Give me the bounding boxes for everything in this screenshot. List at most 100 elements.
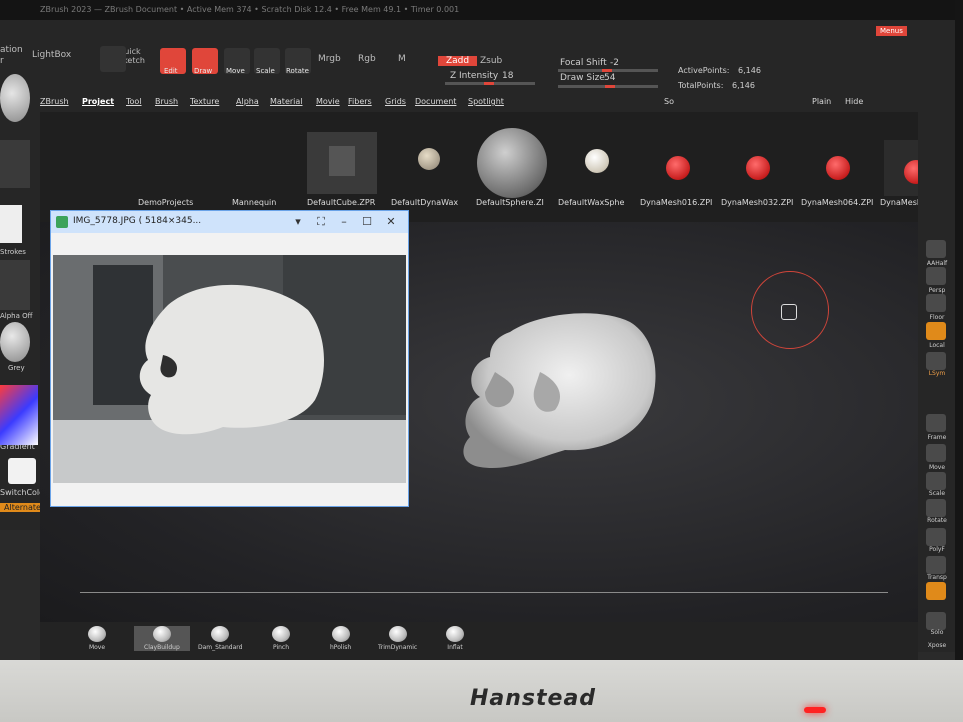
polyf-icon[interactable] xyxy=(926,528,946,546)
ghost-icon[interactable] xyxy=(926,582,946,600)
move-view-button[interactable]: Move xyxy=(920,464,954,471)
m-button[interactable]: M xyxy=(398,54,406,64)
secondary-color-swatch[interactable] xyxy=(8,458,36,484)
close-icon[interactable]: ✕ xyxy=(384,215,398,229)
lsym-icon[interactable] xyxy=(926,352,946,370)
zadd-button[interactable]: Zadd xyxy=(438,56,478,66)
transp-icon[interactable] xyxy=(926,556,946,574)
default-dynawax-thumb[interactable] xyxy=(418,148,440,170)
maximize-icon[interactable]: ☐ xyxy=(360,215,374,229)
brush-label: hPolish xyxy=(330,644,352,651)
zsub-button[interactable]: Zsub xyxy=(480,56,502,66)
scale-view-icon[interactable] xyxy=(926,472,946,490)
solo-icon[interactable] xyxy=(926,612,946,630)
menu-tool[interactable]: Tool xyxy=(126,97,142,106)
fit-screen-icon[interactable]: ⛶ xyxy=(314,215,328,229)
menu-spotlight[interactable]: Spotlight xyxy=(468,97,504,106)
persp-button[interactable]: Persp xyxy=(920,287,954,294)
project-label[interactable]: DemoProjects xyxy=(138,198,193,207)
rotate-view-button[interactable]: Rotate xyxy=(920,517,954,524)
menu-plain[interactable]: Plain xyxy=(812,97,831,106)
aahalf-button[interactable]: AAHalf xyxy=(920,260,954,267)
solo-button[interactable]: Solo xyxy=(920,629,954,636)
image-viewer-titlebar[interactable]: IMG_5778.JPG ( 5184×345... ▾ ⛶ – ☐ ✕ xyxy=(51,211,408,233)
menu-hide[interactable]: Hide xyxy=(845,97,863,106)
brush-claybuildup[interactable]: ClayBuildup xyxy=(134,626,190,651)
project-label[interactable]: DynaMesh032.ZPI xyxy=(721,198,793,207)
transp-button[interactable]: Transp xyxy=(920,574,954,581)
image-viewer-window[interactable]: IMG_5778.JPG ( 5184×345... ▾ ⛶ – ☐ ✕ xyxy=(50,210,409,507)
right-shelf: AAHalf Persp Floor Local LSym Frame Move… xyxy=(918,112,955,652)
move-view-icon[interactable] xyxy=(926,444,946,462)
project-label[interactable]: DefaultSphere.ZI xyxy=(476,198,544,207)
lsym-button[interactable]: LSym xyxy=(920,370,954,377)
top-toolbar: ation r LightBox Quick Sketch Edit Draw … xyxy=(0,20,955,92)
minimize-icon[interactable]: – xyxy=(337,215,351,229)
window-title-bar: ZBrush 2023 — ZBrush Document • Active M… xyxy=(0,0,955,20)
rotate-view-icon[interactable] xyxy=(926,499,946,517)
brush-pinch[interactable]: Pinch xyxy=(272,626,290,651)
floor-icon[interactable] xyxy=(926,294,946,312)
menu-texture[interactable]: Texture xyxy=(190,97,219,106)
left-shelf-label: Alpha Off xyxy=(0,312,33,320)
project-label[interactable]: DefaultDynaWax xyxy=(391,198,458,207)
z-intensity-knob[interactable] xyxy=(484,82,494,85)
brush-dam-standard[interactable]: Dam_Standard xyxy=(198,626,242,651)
menu-grids[interactable]: Grids xyxy=(385,97,406,106)
dynamesh064-thumb[interactable] xyxy=(826,156,850,180)
mrgb-button[interactable]: Mrgb xyxy=(318,54,341,64)
menu-project[interactable]: Project xyxy=(82,97,114,106)
demo-projects-thumb[interactable] xyxy=(140,142,200,192)
skull-photo xyxy=(53,255,406,483)
dynamesh016-thumb[interactable] xyxy=(666,156,690,180)
menu-fibers[interactable]: Fibers xyxy=(348,97,372,106)
focal-shift-knob[interactable] xyxy=(602,69,612,72)
stroke-preview-icon[interactable] xyxy=(0,140,30,188)
menu-bar: ZBrush Project Tool Brush Texture Alpha … xyxy=(0,92,955,112)
project-label[interactable]: DynaMesh016.ZPI xyxy=(640,198,712,207)
scale-view-button[interactable]: Scale xyxy=(920,490,954,497)
menu-movie[interactable]: Movie xyxy=(316,97,340,106)
floor-button[interactable]: Floor xyxy=(920,314,954,321)
xpose-button[interactable]: Xpose xyxy=(920,642,954,649)
local-button[interactable]: Local xyxy=(920,342,954,349)
menus-button[interactable]: Menus xyxy=(876,26,907,36)
dropdown-icon[interactable]: ▾ xyxy=(291,215,305,229)
quick-sketch-icon[interactable] xyxy=(100,46,126,72)
aahalf-icon[interactable] xyxy=(926,240,946,258)
default-waxsphere-thumb[interactable] xyxy=(585,149,609,173)
alternate-button[interactable]: Alternate xyxy=(0,503,45,512)
rgb-button[interactable]: Rgb xyxy=(358,54,376,64)
z-intensity-value: 18 xyxy=(502,71,514,81)
default-sphere-thumb[interactable] xyxy=(477,128,547,198)
texture-preview-icon[interactable] xyxy=(0,260,30,310)
project-label[interactable]: DefaultWaxSphe xyxy=(558,198,624,207)
default-cube-thumb[interactable] xyxy=(307,132,377,194)
local-icon[interactable] xyxy=(926,322,946,340)
menu-zbrush[interactable]: ZBrush xyxy=(40,97,69,106)
color-picker[interactable] xyxy=(0,385,38,445)
frame-icon[interactable] xyxy=(926,414,946,432)
project-label[interactable]: Mannequin xyxy=(232,198,276,207)
project-label[interactable]: DynaMesh064.ZPI xyxy=(801,198,873,207)
frame-button[interactable]: Frame xyxy=(920,434,954,441)
brush-preview-icon[interactable] xyxy=(0,74,30,122)
brush-move[interactable]: Move xyxy=(88,626,106,651)
persp-icon[interactable] xyxy=(926,267,946,285)
brush-hpolish[interactable]: hPolish xyxy=(330,626,351,651)
brush-trimdynamic[interactable]: TrimDynamic xyxy=(378,626,417,651)
dynamesh128-thumb[interactable] xyxy=(884,140,928,196)
polyf-button[interactable]: PolyF xyxy=(920,546,954,553)
dynamesh032-thumb[interactable] xyxy=(746,156,770,180)
menu-document[interactable]: Document xyxy=(415,97,456,106)
lightbox-button[interactable]: LightBox xyxy=(32,50,71,60)
brush-inflat[interactable]: Inflat xyxy=(446,626,464,651)
draw-size-knob[interactable] xyxy=(605,85,615,88)
menu-material[interactable]: Material xyxy=(270,97,303,106)
material-preview-icon[interactable] xyxy=(0,322,30,362)
alpha-preview-icon[interactable] xyxy=(0,205,22,243)
total-points-value: 6,146 xyxy=(732,81,755,90)
menu-alpha[interactable]: Alpha xyxy=(236,97,259,106)
menu-brush[interactable]: Brush xyxy=(155,97,178,106)
project-label[interactable]: DefaultCube.ZPR xyxy=(307,198,375,207)
